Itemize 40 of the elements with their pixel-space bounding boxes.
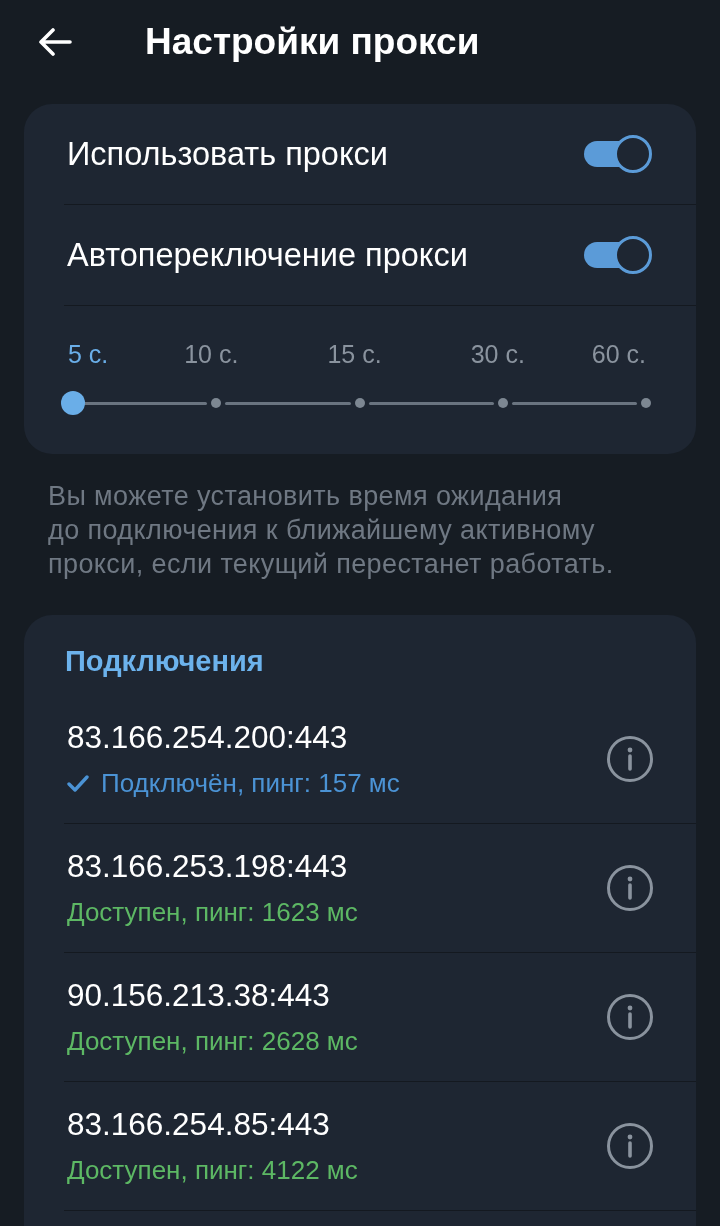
info-icon <box>607 1123 653 1169</box>
setting-label: Автопереключение прокси <box>67 236 468 274</box>
info-icon <box>607 736 653 782</box>
back-arrow-icon <box>38 28 72 56</box>
section-title: Подключения <box>65 644 265 678</box>
screen-title: Настройки прокси <box>145 20 480 64</box>
proxy-status: Доступен, пинг: 1623 мс <box>67 897 358 927</box>
timeout-option[interactable]: 60 с. <box>591 340 646 368</box>
info-icon <box>607 994 653 1040</box>
proxy-address: 90.156.213.38:443 <box>67 978 331 1012</box>
slider-thumb[interactable] <box>61 391 85 415</box>
info-button[interactable] <box>607 994 653 1040</box>
proxy-row[interactable]: 83.166.253.198:443 Доступен, пинг: 1623 мс <box>64 824 696 953</box>
info-icon <box>607 865 653 911</box>
proxy-address: 83.166.253.198:443 <box>67 849 349 883</box>
proxy-address: 83.166.254.200:443 <box>67 720 349 754</box>
setting-label: Использовать прокси <box>67 135 388 173</box>
proxy-status: Доступен, пинг: 2628 мс <box>67 1026 358 1056</box>
timeout-option[interactable]: 15 с. <box>327 340 382 368</box>
info-button[interactable] <box>607 736 653 782</box>
proxy-address: 83.166.254.85:443 <box>67 1107 331 1141</box>
toggle-switch[interactable] <box>584 135 652 173</box>
check-icon <box>67 774 89 792</box>
proxy-row[interactable]: 90.156.213.38:443 Доступен, пинг: 2628 мс <box>64 953 696 1082</box>
timeout-option[interactable]: 5 с. <box>68 340 109 368</box>
proxy-status: Доступен, пинг: 4122 мс <box>67 1155 358 1185</box>
info-button[interactable] <box>607 1123 653 1169</box>
tick-dot-icon <box>354 398 365 408</box>
back-button[interactable] <box>36 25 74 59</box>
tick-dot-icon <box>211 398 222 408</box>
timeout-option[interactable]: 30 с. <box>470 340 525 368</box>
proxy-status: Подключён, пинг: 157 мс <box>101 768 400 798</box>
tick-dot-icon <box>641 398 651 408</box>
toggle-switch[interactable] <box>584 236 652 274</box>
timeout-option[interactable]: 10 с. <box>184 340 239 368</box>
info-button[interactable] <box>607 865 653 911</box>
proxy-row[interactable]: 83.166.254.200:443 Подключён, пинг: 157 мс <box>64 695 696 824</box>
proxy-row[interactable]: 83.166.254.85:443 Доступен, пинг: 4122 мс <box>64 1082 696 1211</box>
tick-dot-icon <box>497 398 508 408</box>
hint-text: Вы можете установить время ожидания до подключения к ближайшему активному прокси, если текущий перестанет работать. <box>47 480 615 581</box>
